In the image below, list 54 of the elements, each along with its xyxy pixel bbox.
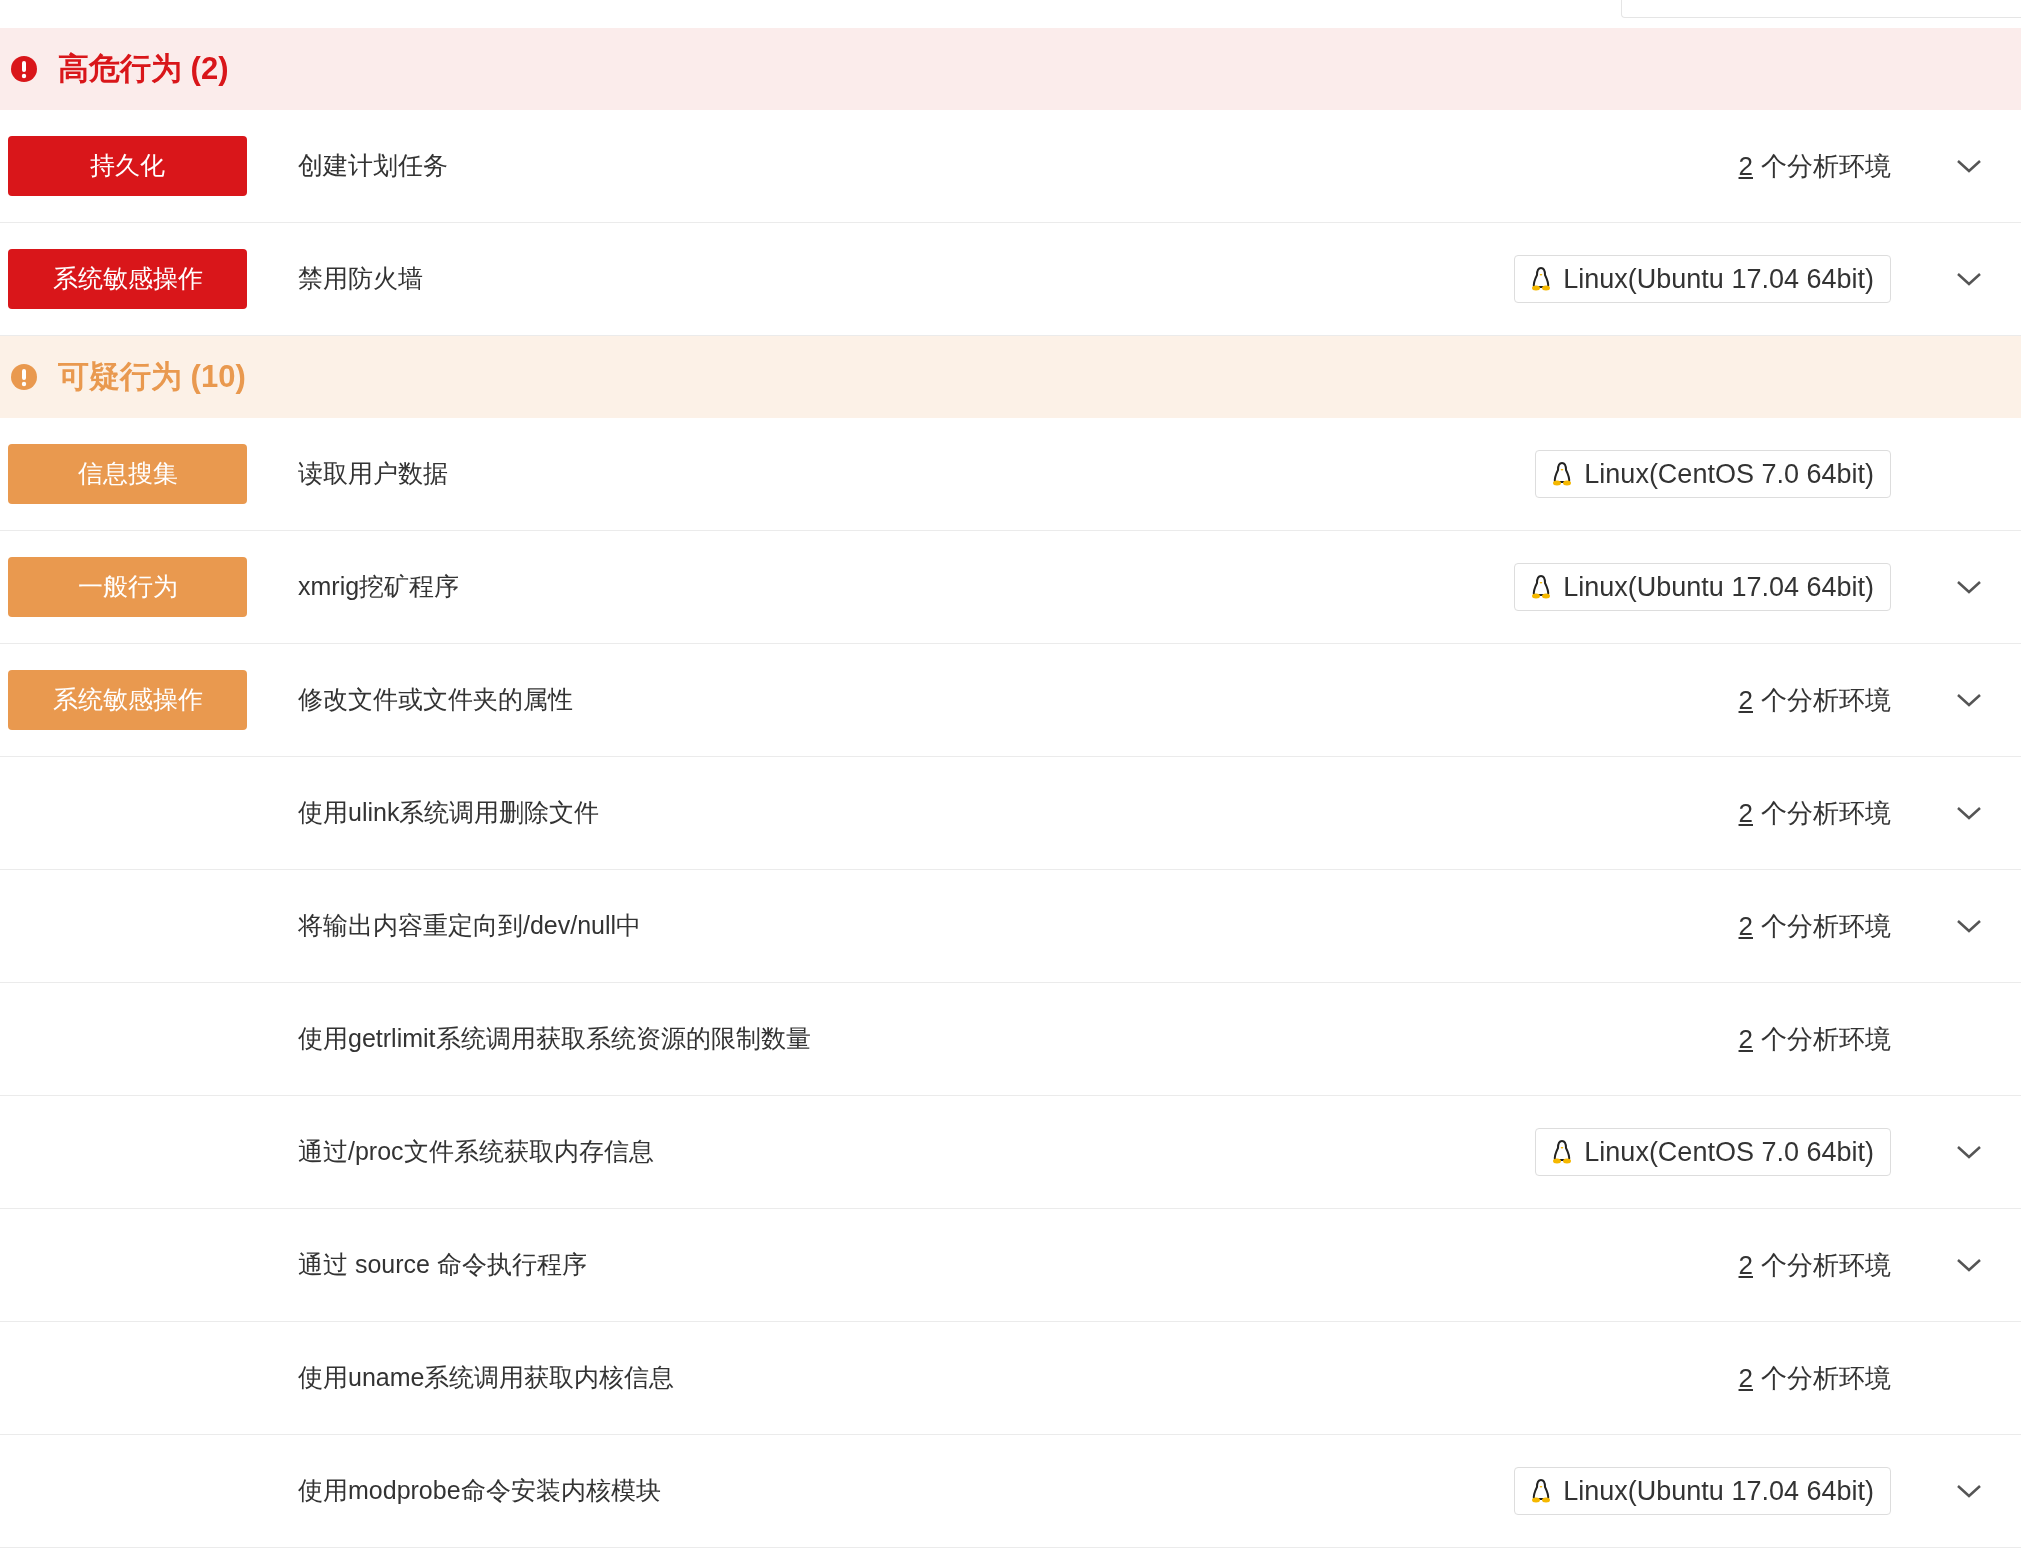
env-count-link[interactable]: 2 [1738,1019,1753,1059]
os-label: Linux(CentOS 7.0 64bit) [1584,1135,1874,1169]
env-count-label: 个分析环境 [1761,683,1891,717]
env-count-link[interactable]: 2 [1738,146,1753,186]
behavior-name: 使用getrlimit系统调用获取系统资源的限制数量 [298,1023,812,1055]
category-tag: 持久化 [8,136,247,196]
env-count-link[interactable]: 2 [1738,906,1753,946]
expand-chevron-icon[interactable] [1956,1257,1982,1273]
section-title: 高危行为 (2) [58,49,229,88]
behavior-name: 修改文件或文件夹的属性 [298,684,574,716]
os-label: Linux(Ubuntu 17.04 64bit) [1563,1474,1874,1508]
behavior-name: 读取用户数据 [298,458,449,490]
behavior-name: 创建计划任务 [298,150,449,182]
behavior-name: 使用modprobe命令安装内核模块 [298,1475,662,1507]
penguin-icon [1531,267,1552,291]
os-label: Linux(CentOS 7.0 64bit) [1584,457,1874,491]
behavior-name: xmrig挖矿程序 [298,571,461,603]
behavior-name: 使用ulink系统调用删除文件 [298,797,601,829]
penguin-icon [1552,1140,1573,1164]
alert-icon [10,363,38,391]
behavior-name: 使用uname系统调用获取内核信息 [298,1362,676,1394]
behavior-name: 通过 source 命令执行程序 [298,1249,588,1281]
category-tag: 系统敏感操作 [8,249,247,309]
os-label: Linux(Ubuntu 17.04 64bit) [1563,570,1874,604]
expand-chevron-icon[interactable] [1956,918,1982,934]
penguin-icon [1531,1479,1552,1503]
env-count-link[interactable]: 2 [1738,1358,1753,1398]
env-count-label: 个分析环境 [1761,1248,1891,1282]
env-count-link[interactable]: 2 [1738,680,1753,720]
category-tag: 一般行为 [8,557,247,617]
expand-chevron-icon[interactable] [1956,579,1982,595]
env-count-label: 个分析环境 [1761,149,1891,183]
env-count-label: 个分析环境 [1761,1361,1891,1395]
category-tag: 系统敏感操作 [8,670,247,730]
section-title: 可疑行为 (10) [58,357,246,396]
env-count-link[interactable]: 2 [1738,1245,1753,1285]
expand-chevron-icon[interactable] [1956,1483,1982,1499]
penguin-icon [1531,575,1552,599]
expand-chevron-icon[interactable] [1956,1144,1982,1160]
env-count-label: 个分析环境 [1761,909,1891,943]
expand-chevron-icon[interactable] [1956,271,1982,287]
env-count-link[interactable]: 2 [1738,793,1753,833]
env-count-label: 个分析环境 [1761,796,1891,830]
alert-icon [10,55,38,83]
expand-chevron-icon[interactable] [1956,692,1982,708]
env-count-label: 个分析环境 [1761,1022,1891,1056]
expand-chevron-icon[interactable] [1956,805,1982,821]
behavior-name: 禁用防火墙 [298,263,424,295]
os-label: Linux(Ubuntu 17.04 64bit) [1563,262,1874,296]
category-tag: 信息搜集 [8,444,247,504]
penguin-icon [1552,462,1573,486]
expand-chevron-icon[interactable] [1956,158,1982,174]
behavior-name: 通过/proc文件系统获取内存信息 [298,1136,655,1168]
behavior-name: 将输出内容重定向到/dev/null中 [298,910,643,942]
